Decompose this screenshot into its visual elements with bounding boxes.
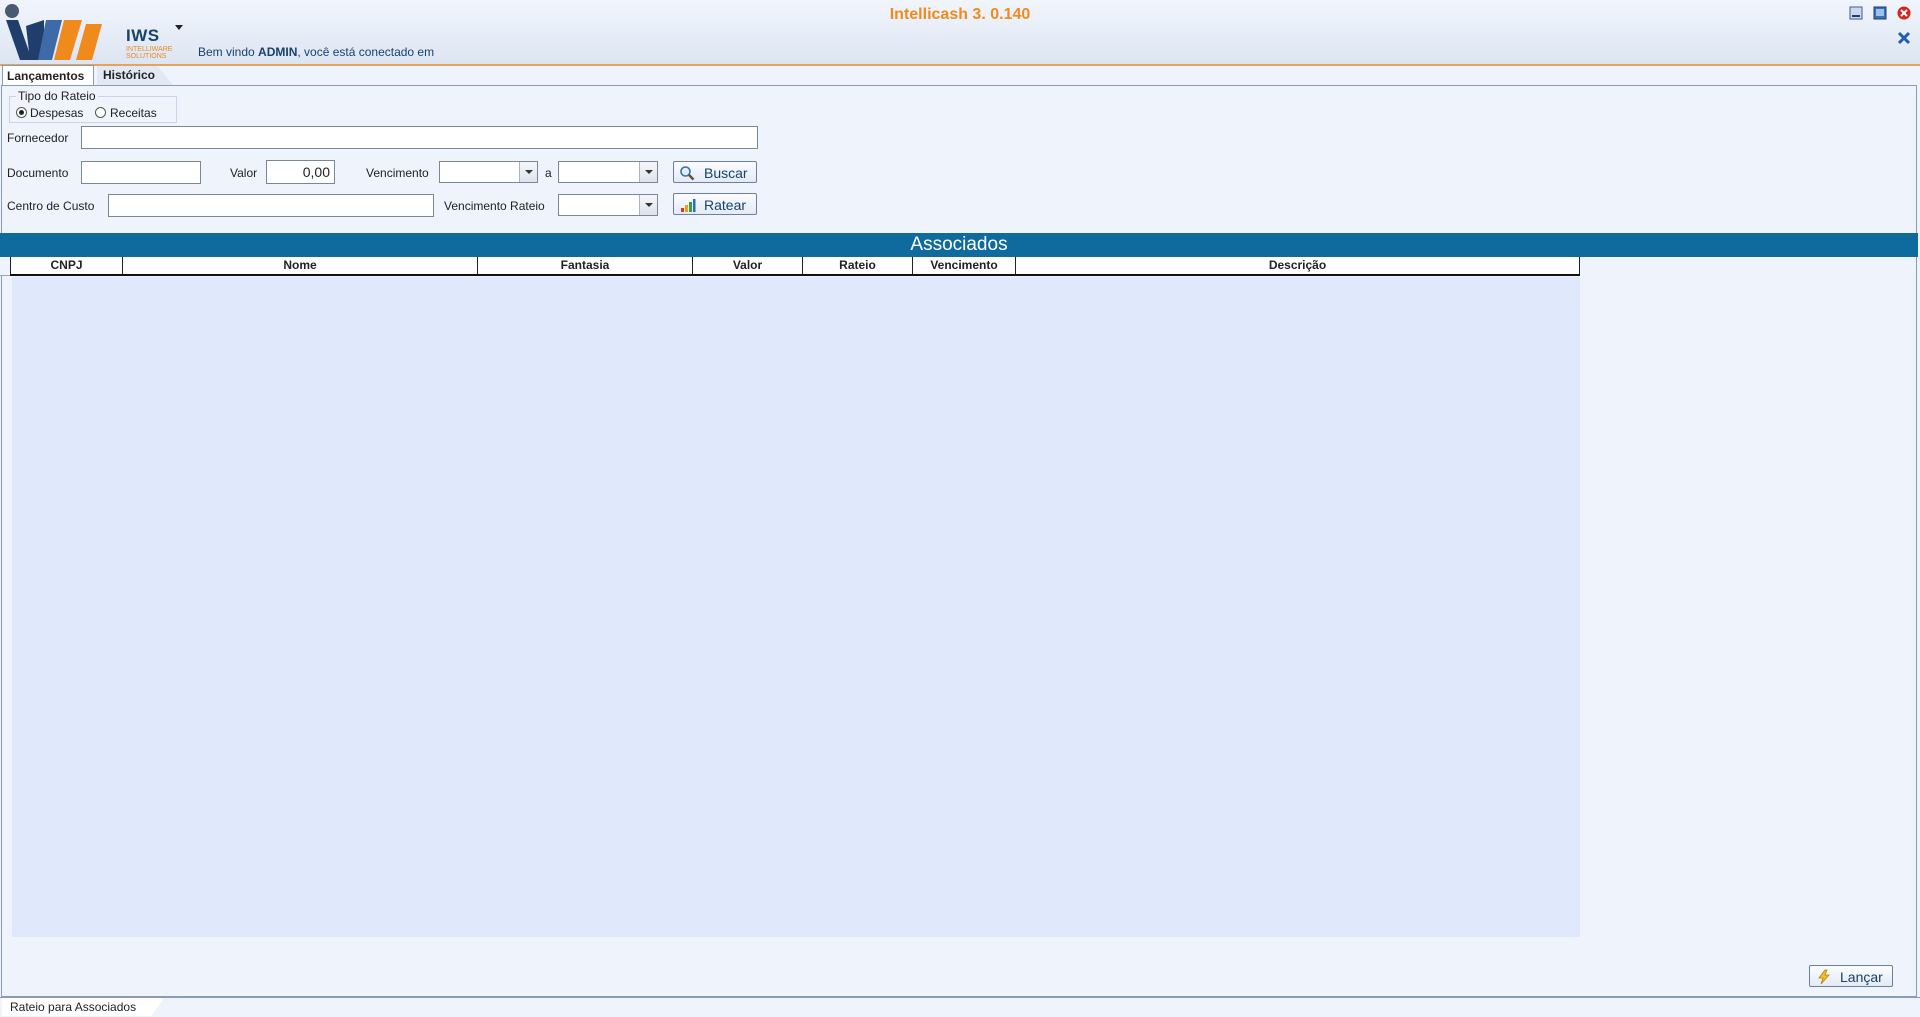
grid-body[interactable] [12, 277, 1580, 937]
app-title: Intellicash 3. 0.140 [889, 6, 1031, 23]
radio-receitas[interactable] [95, 107, 106, 118]
column-header-descricao[interactable]: Descrição [1015, 257, 1580, 274]
grid-header: CNPJ Nome Fantasia Valor Rateio Vencimen… [10, 257, 1580, 276]
app-menu-caret-icon[interactable] [175, 25, 183, 30]
radio-despesas-label[interactable]: Despesas [30, 106, 83, 120]
lightning-icon [1818, 969, 1830, 985]
column-header-rateio[interactable]: Rateio [802, 257, 912, 274]
buscar-label: Buscar [704, 165, 748, 181]
grid-row-indicator-header [0, 257, 10, 276]
vencimento-rateio-label: Vencimento Rateio [444, 199, 545, 213]
tab-historico[interactable]: Histórico [97, 66, 173, 85]
brand-name: IWS [126, 26, 160, 45]
documento-label: Documento [7, 166, 69, 180]
dropdown-arrow-icon[interactable] [519, 162, 537, 182]
lancar-label: Lançar [1840, 969, 1883, 985]
vencimento-from-combo[interactable] [439, 161, 538, 183]
vencimento-to-combo[interactable] [558, 161, 658, 183]
status-tab-rateio[interactable]: Rateio para Associados [2, 998, 164, 1016]
valor-label: Valor [230, 166, 258, 180]
search-icon [680, 166, 695, 181]
radio-despesas[interactable] [16, 107, 27, 118]
centro-custo-label: Centro de Custo [7, 199, 95, 213]
fornecedor-input[interactable] [81, 126, 758, 149]
column-header-vencimento[interactable]: Vencimento [912, 257, 1015, 274]
column-header-fantasia[interactable]: Fantasia [477, 257, 692, 274]
tab-lancamentos[interactable]: Lançamentos [2, 65, 94, 85]
minimize-icon[interactable] [1849, 6, 1863, 20]
welcome-message: Bem vindo ADMIN, você está conectado em [198, 45, 435, 59]
ratear-label: Ratear [704, 197, 747, 213]
grid-caption: Associados [0, 233, 1918, 257]
dropdown-arrow-icon[interactable] [639, 162, 657, 182]
vencimento-separator: a [545, 166, 552, 180]
documento-input[interactable] [81, 161, 201, 184]
centro-custo-input[interactable] [108, 194, 434, 217]
column-header-valor[interactable]: Valor [692, 257, 802, 274]
radio-receitas-label[interactable]: Receitas [110, 106, 157, 120]
valor-input[interactable]: 0,00 [266, 160, 335, 184]
close-document-icon[interactable] [1896, 30, 1912, 46]
tipo-rateio-legend: Tipo do Rateio [16, 89, 98, 103]
buscar-button[interactable]: Buscar [673, 161, 757, 183]
status-bar [0, 997, 1920, 1017]
bar-chart-icon [681, 199, 696, 212]
vencimento-rateio-combo[interactable] [558, 194, 658, 216]
close-icon[interactable] [1897, 6, 1911, 20]
column-header-nome[interactable]: Nome [122, 257, 477, 274]
brand-subtitle: INTELLIWARE SOLUTIONS [126, 46, 173, 60]
vencimento-label: Vencimento [366, 166, 429, 180]
dropdown-arrow-icon[interactable] [639, 195, 657, 215]
column-header-cnpj[interactable]: CNPJ [10, 257, 122, 274]
lancar-button[interactable]: Lançar [1809, 965, 1893, 987]
ratear-button[interactable]: Ratear [673, 193, 757, 215]
maximize-icon[interactable] [1873, 6, 1887, 20]
fornecedor-label: Fornecedor [7, 131, 69, 145]
